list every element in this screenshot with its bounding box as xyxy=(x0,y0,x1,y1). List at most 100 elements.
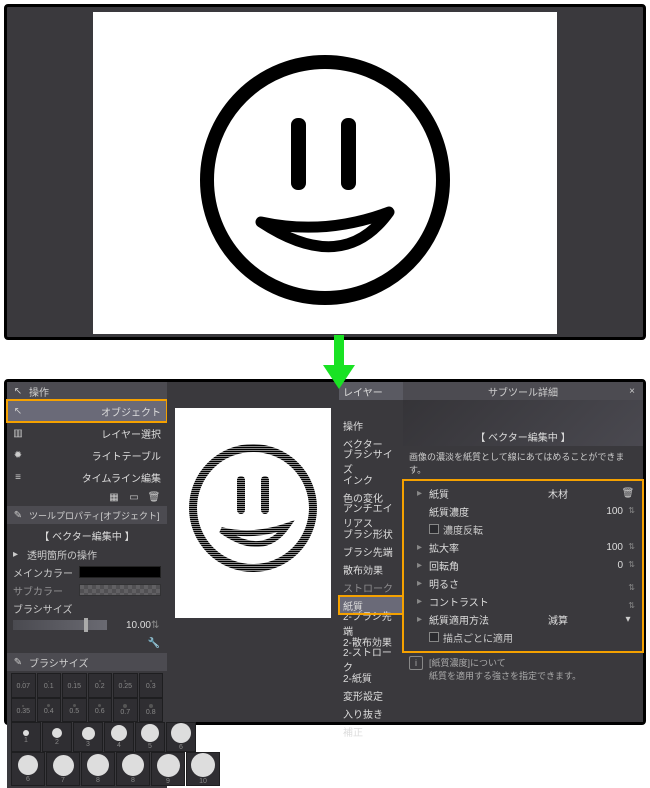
brush-size-cell[interactable]: 0.1 xyxy=(37,673,62,698)
category-補正[interactable]: 補正 xyxy=(339,722,403,740)
category-ストローク[interactable]: ストローク xyxy=(339,578,403,596)
expand-icon: ▸ xyxy=(417,596,425,607)
brush-icon: ✎ xyxy=(11,655,25,669)
chevron-down-icon[interactable]: ▾ xyxy=(621,612,635,626)
brush-size-label: ブラシサイズ xyxy=(13,601,75,616)
top-canvas xyxy=(93,12,557,334)
brightness-row[interactable]: ▸ 明るさ xyxy=(417,574,635,592)
invert-row[interactable]: 濃度反転 xyxy=(417,520,635,538)
tool-object[interactable]: ↖ オブジェクト xyxy=(7,400,167,422)
category-2-ブラシ先端[interactable]: 2-ブラシ先端 xyxy=(339,614,403,632)
perpoint-checkbox[interactable] xyxy=(429,632,439,642)
brightness-label: 明るさ xyxy=(429,576,495,591)
brush-size-cell[interactable]: 7 xyxy=(46,752,80,786)
brush-size-cell[interactable]: 3 xyxy=(73,722,103,752)
layers-icon: ▥ xyxy=(11,426,25,440)
contrast-row[interactable]: ▸ コントラスト xyxy=(417,592,635,610)
cursor-icon: ↖ xyxy=(11,404,25,418)
main-color-swatch[interactable] xyxy=(79,566,161,578)
brush-size-cell[interactable]: 8 xyxy=(81,752,115,786)
category-散布効果[interactable]: 散布効果 xyxy=(339,560,403,578)
brush-size-cell[interactable]: 0.25 xyxy=(113,673,138,698)
apply-method-value[interactable]: 減算 xyxy=(499,612,617,627)
brush-icon: ✎ xyxy=(11,508,25,522)
brush-size-cell[interactable]: 0.8 xyxy=(139,698,164,723)
detail-description: 画像の濃淡を紙質として線にあてはめることができます。 xyxy=(403,446,643,480)
scale-row[interactable]: ▸ 拡大率 100 xyxy=(417,538,635,556)
brush-size-cell[interactable]: 9 xyxy=(151,752,185,786)
category-ブラシサイズ[interactable]: ブラシサイズ xyxy=(339,452,403,470)
brush-size-cell[interactable]: 1 xyxy=(11,722,41,752)
brush-palette-header[interactable]: ✎ ブラシサイズ xyxy=(7,653,167,671)
perpoint-row[interactable]: 描点ごとに適用 xyxy=(417,628,635,646)
detail-panel-header: サブツール詳細 × xyxy=(403,382,643,400)
brush-size-cell[interactable]: 0.7 xyxy=(113,698,138,723)
add-icon[interactable]: ▦ xyxy=(107,490,121,504)
tool-light-table-label: ライトテーブル xyxy=(92,448,161,463)
apply-method-row[interactable]: ▸ 紙質適用方法 減算 ▾ xyxy=(417,610,635,628)
brush-size-cell[interactable]: 6 xyxy=(166,722,196,752)
transparent-op-label: 透明箇所の操作 xyxy=(27,547,97,562)
brush-size-cell[interactable]: 0.6 xyxy=(88,698,113,723)
brush-size-slider[interactable]: 10.00 ⇅ xyxy=(13,617,161,633)
timeline-icon: ≡ xyxy=(11,470,25,484)
rotation-row[interactable]: ▸ 回転角 0 xyxy=(417,556,635,574)
trash-icon[interactable]: 🗑 xyxy=(621,486,635,500)
rotation-value[interactable]: 0 xyxy=(499,560,635,571)
brush-size-cell[interactable]: 10 xyxy=(186,752,220,786)
invert-checkbox[interactable] xyxy=(429,524,439,534)
vector-edit-title: 【 ベクター編集中 】 xyxy=(13,526,161,545)
tool-property-title: ツールプロパティ[オブジェクト] xyxy=(29,509,159,522)
brush-size-cell[interactable]: 2 xyxy=(42,722,72,752)
brush-size-cell[interactable]: 0.07 xyxy=(11,673,36,698)
brush-size-cell[interactable]: 0.5 xyxy=(62,698,87,723)
left-column: ↖ 操作 ↖ オブジェクト ▥ レイヤー選択 ✹ ライトテーブル ≡ タイムライ… xyxy=(7,382,167,722)
density-value[interactable]: 100 xyxy=(499,506,635,517)
transparent-op-row[interactable]: ▸ 透明箇所の操作 xyxy=(13,545,161,563)
tool-property-body: 【 ベクター編集中 】 ▸ 透明箇所の操作 メインカラー サブカラー ブラシサイ… xyxy=(7,524,167,653)
brush-size-cell[interactable]: 4 xyxy=(104,722,134,752)
perpoint-label: 描点ごとに適用 xyxy=(443,630,513,645)
texture-row[interactable]: ▸ 紙質 木材 🗑 xyxy=(417,484,635,502)
spinner-icon[interactable]: ⇅ xyxy=(151,620,161,631)
density-row[interactable]: 紙質濃度 100 xyxy=(417,502,635,520)
texture-label: 紙質 xyxy=(429,486,495,501)
brush-size-cell[interactable]: 8 xyxy=(116,752,150,786)
brush-size-cell[interactable]: 6 xyxy=(11,752,45,786)
category-操作[interactable]: 操作 xyxy=(339,416,403,434)
close-icon[interactable]: × xyxy=(625,384,639,398)
category-ブラシ先端[interactable]: ブラシ先端 xyxy=(339,542,403,560)
brush-size-cell[interactable]: 0.35 xyxy=(11,698,36,723)
brush-size-value: 10.00 xyxy=(107,620,151,631)
scale-value[interactable]: 100 xyxy=(499,542,635,553)
tool-timeline-edit[interactable]: ≡ タイムライン編集 xyxy=(7,466,167,488)
tool-light-table[interactable]: ✹ ライトテーブル xyxy=(7,444,167,466)
detail-panel-title: サブツール詳細 xyxy=(488,384,558,399)
center-canvas-area xyxy=(167,382,339,722)
category-入り抜き[interactable]: 入り抜き xyxy=(339,704,403,722)
wrench-icon[interactable]: 🔧 xyxy=(147,636,161,650)
trash-icon[interactable]: 🗑 xyxy=(147,490,161,504)
operations-panel-title: 操作 xyxy=(29,384,49,399)
operations-panel-header[interactable]: ↖ 操作 xyxy=(7,382,167,400)
brush-size-cell[interactable]: 0.15 xyxy=(62,673,87,698)
folder-icon[interactable]: ▭ xyxy=(127,490,141,504)
tool-layer-select[interactable]: ▥ レイヤー選択 xyxy=(7,422,167,444)
category-アンチエイリアス[interactable]: アンチエイリアス xyxy=(339,506,403,524)
category-変形設定[interactable]: 変形設定 xyxy=(339,686,403,704)
tool-property-header[interactable]: ✎ ツールプロパティ[オブジェクト] xyxy=(7,506,167,524)
tool-timeline-edit-label: タイムライン編集 xyxy=(82,470,161,485)
smiley-drawing xyxy=(93,12,557,334)
bulb-icon: ✹ xyxy=(11,448,25,462)
green-arrow-icon xyxy=(321,335,357,389)
info-body: 紙質を適用する強さを指定できます。 xyxy=(429,669,581,682)
brush-size-cell[interactable]: 5 xyxy=(135,722,165,752)
category-2-ストローク[interactable]: 2-ストローク xyxy=(339,650,403,668)
sub-color-swatch[interactable] xyxy=(79,584,161,596)
center-canvas[interactable] xyxy=(175,408,331,618)
brush-size-cell[interactable]: 0.3 xyxy=(139,673,164,698)
brush-size-cell[interactable]: 0.4 xyxy=(37,698,62,723)
brush-size-cell[interactable]: 0.2 xyxy=(88,673,113,698)
tool-object-label: オブジェクト xyxy=(101,404,161,419)
subtool-detail-panel: サブツール詳細 × 【 ベクター編集中 】 画像の濃淡を紙質として線にあてはめる… xyxy=(403,382,643,722)
